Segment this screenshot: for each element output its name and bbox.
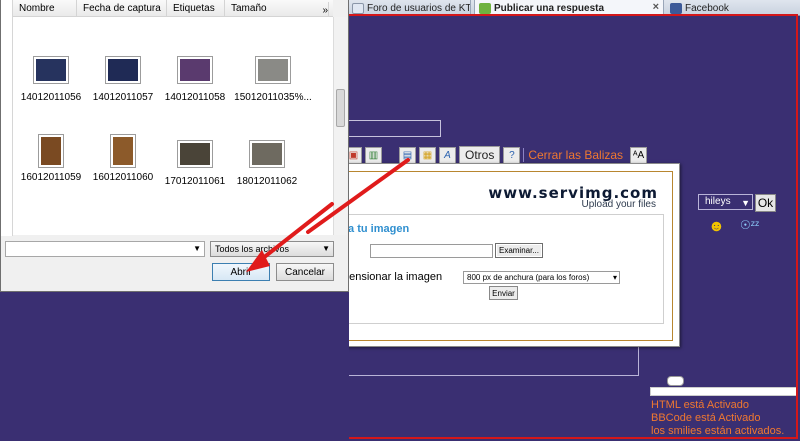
font-size-icon[interactable]: ᴬA (630, 146, 648, 164)
image-thumbnail (250, 141, 284, 167)
table-icon[interactable]: ▦ (419, 146, 436, 164)
image-thumbnail (39, 135, 63, 167)
image-thumbnail (178, 141, 212, 167)
page-background (0, 292, 349, 441)
file-list-scrollbar[interactable] (333, 17, 347, 235)
resize-label: nensionar la imagen (343, 271, 443, 283)
chat-bubble-icon (479, 2, 491, 14)
column-capture-date[interactable]: Fecha de captura (77, 0, 167, 17)
smilies-status: los smilies están activados. (651, 425, 785, 437)
file-name: 14012011058 (164, 92, 226, 103)
browse-button[interactable]: Examinar... (495, 243, 543, 258)
html-status: HTML está Activado (651, 399, 750, 411)
image-thumbnail (111, 135, 135, 167)
file-item[interactable]: 16012011059 (15, 135, 87, 183)
file-type-filter-label: Todos los archivos (215, 244, 290, 254)
filename-combobox[interactable]: ▼ (5, 241, 205, 257)
file-open-dialog: Nombre Fecha de captura Etiquetas Tamaño… (0, 0, 349, 292)
page-icon (352, 2, 364, 14)
subject-input[interactable] (345, 120, 441, 137)
file-type-filter[interactable]: Todos los archivos ▼ (210, 241, 334, 257)
chevron-down-icon: ▼ (193, 244, 201, 253)
file-name: 14012011057 (92, 92, 154, 103)
file-list: 14012011056 14012011057 14012011058 1501… (13, 17, 333, 235)
grin-smiley-icon[interactable]: ☻ (708, 218, 725, 236)
column-size[interactable]: Tamaño (225, 0, 315, 17)
open-button[interactable]: Abrir (212, 263, 270, 281)
image-thumbnail (106, 57, 140, 83)
column-headers: Nombre Fecha de captura Etiquetas Tamaño… (13, 0, 333, 19)
image-thumbnail (178, 57, 212, 83)
file-name: 15012011035%... (234, 92, 312, 103)
chevron-down-icon: ▾ (612, 273, 617, 282)
file-item[interactable]: 15012011035%... (231, 57, 315, 103)
file-item[interactable]: 14012011058 (159, 57, 231, 103)
bbcode-status: BBCode está Activado (651, 412, 761, 424)
file-item[interactable]: 18012011062 (231, 141, 303, 187)
file-path-input[interactable] (370, 244, 493, 258)
file-item[interactable]: 14012011057 (87, 57, 159, 103)
tab-publicar-respuesta[interactable]: Publicar una respuesta × (474, 0, 664, 16)
sleepy-smiley-icon[interactable]: ☉ᶻᶻ (740, 218, 759, 232)
column-name[interactable]: Nombre (13, 0, 77, 17)
scrollbar-thumb[interactable] (336, 89, 345, 127)
upload-form: ía tu imagen e Examinar... nensionar la … (312, 214, 664, 324)
help-icon[interactable]: ? (503, 146, 521, 164)
chevron-down-icon: ▼ (741, 198, 750, 208)
image-thumbnail (34, 57, 68, 83)
close-tags-link[interactable]: Cerrar las Balizas (523, 148, 627, 162)
video-icon[interactable]: ▥ (365, 146, 382, 164)
ok-button[interactable]: Ok (755, 194, 776, 212)
scroll-handle[interactable] (667, 376, 684, 386)
file-item[interactable]: 16012011060 (87, 135, 159, 183)
tab-label: Foro de usuarios de KT... (367, 2, 471, 14)
cancel-button[interactable]: Cancelar (276, 263, 334, 281)
facebook-icon (670, 2, 682, 14)
post-settings-status: HTML está Activado BBCode está Activado … (651, 399, 784, 438)
file-name: 17012011061 (164, 176, 226, 187)
send-button[interactable]: Enviar (489, 286, 518, 300)
file-item[interactable]: 17012011061 (159, 141, 231, 187)
file-name: 18012011062 (236, 176, 298, 187)
tab-facebook[interactable]: Facebook (666, 0, 800, 16)
file-name: 14012011056 (20, 92, 82, 103)
tab-label: Facebook (685, 2, 729, 14)
file-item[interactable]: 14012011056 (15, 57, 87, 103)
resize-select-value: 800 px de anchura (para los foros) (467, 273, 590, 282)
servimg-tagline: Upload your files (581, 199, 656, 210)
chevron-down-icon: ▼ (322, 244, 330, 253)
column-tags[interactable]: Etiquetas (167, 0, 225, 17)
smileys-dropdown[interactable]: hileys ▼ (698, 194, 753, 210)
image-thumbnail (256, 57, 290, 83)
browser-tab-bar: Foro de usuarios de KT... Publicar una r… (348, 0, 800, 16)
file-name: 16012011059 (20, 172, 82, 183)
dialog-footer: ▼ Todos los archivos ▼ Abrir Cancelar (1, 238, 350, 292)
horizontal-scrollbar[interactable] (650, 387, 798, 396)
tab-label: Publicar una respuesta (494, 2, 605, 14)
hosted-image-icon[interactable]: ▤ (399, 146, 416, 164)
resize-select[interactable]: 800 px de anchura (para los foros) ▾ (463, 271, 620, 284)
tab-kt-forum[interactable]: Foro de usuarios de KT... (348, 0, 471, 16)
upload-heading: ía tu imagen (345, 223, 410, 235)
close-tab-icon[interactable]: × (653, 1, 659, 13)
smileys-dropdown-label: hileys (705, 196, 731, 207)
navigation-pane[interactable] (1, 0, 13, 236)
others-button[interactable]: Otros (459, 146, 501, 164)
file-name: 16012011060 (92, 172, 154, 183)
font-icon[interactable]: A (439, 146, 456, 164)
